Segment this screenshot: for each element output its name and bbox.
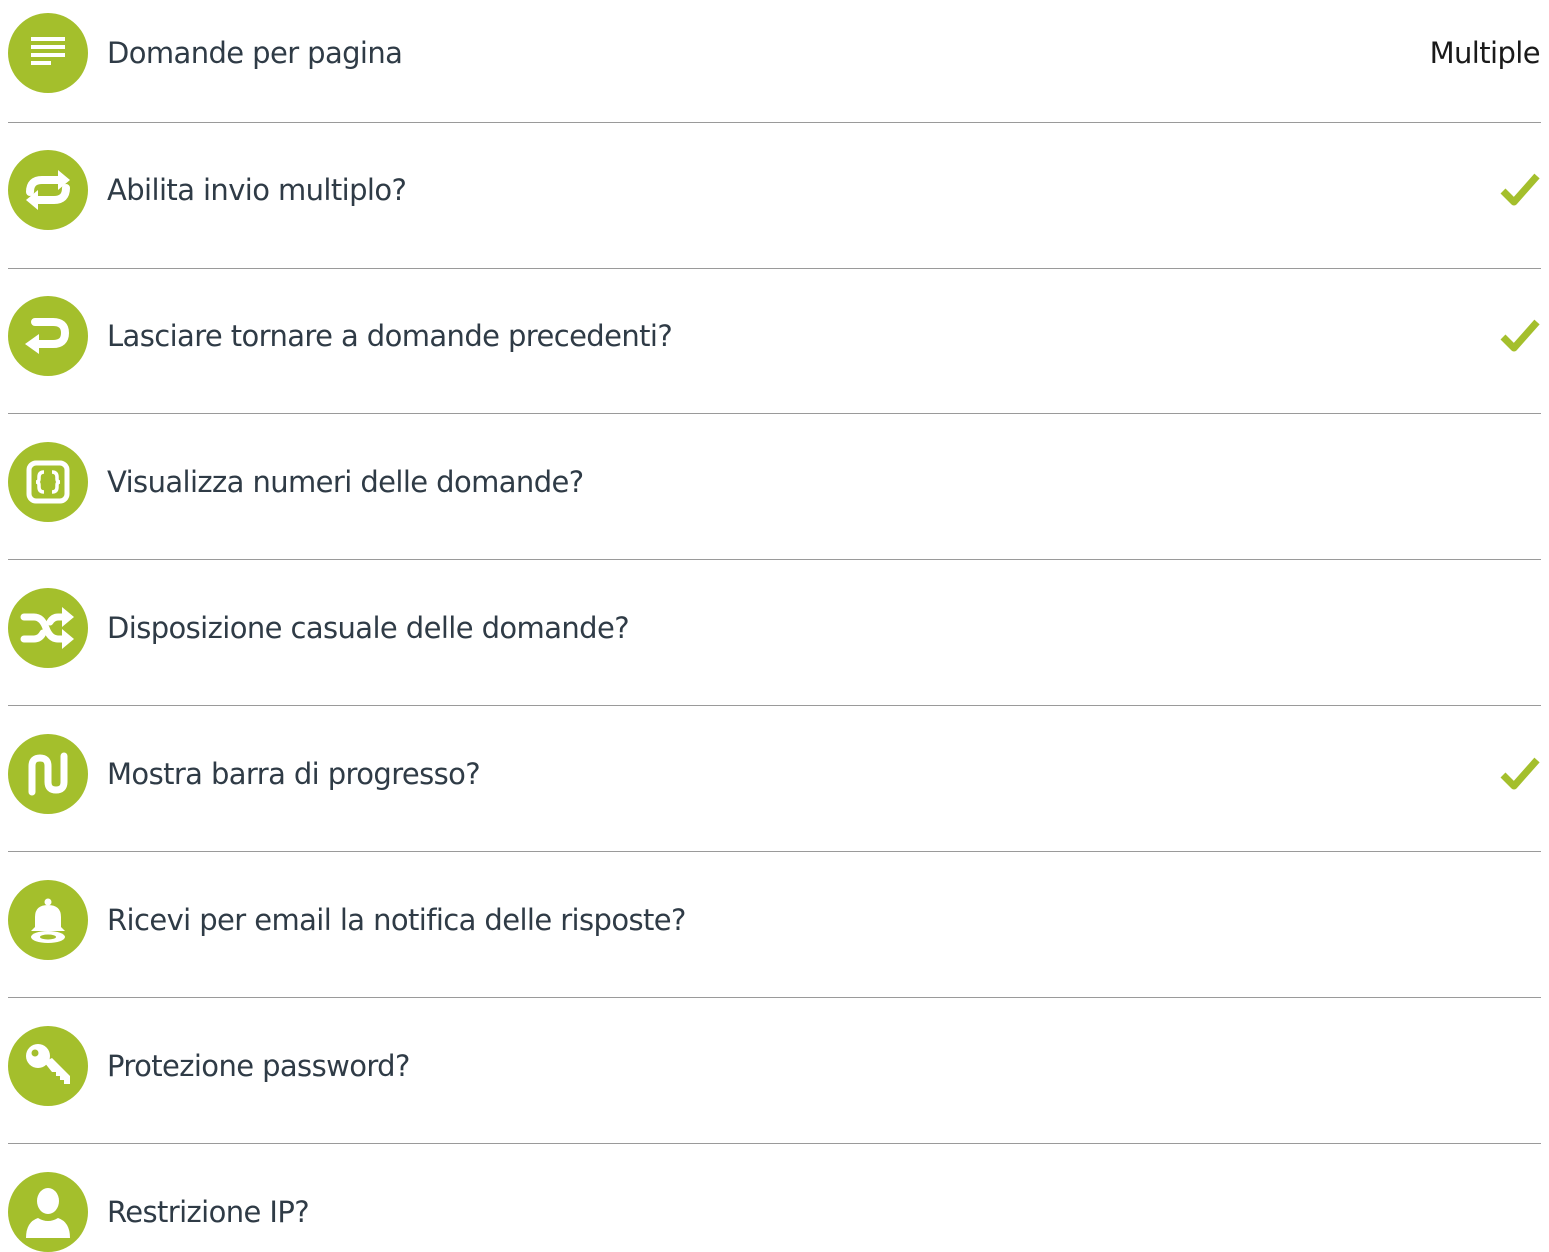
setting-label: Lasciare tornare a domande precedenti? [107,319,673,353]
setting-row-ip-restriction[interactable]: Restrizione IP? [0,1172,1549,1252]
divider [8,997,1541,998]
divider [8,268,1541,269]
setting-row-question-numbers[interactable]: Visualizza numeri delle domande? [0,442,1549,522]
setting-label: Restrizione IP? [107,1195,310,1229]
bell-icon [8,880,88,960]
setting-label: Ricevi per email la notifica delle rispo… [107,903,686,937]
setting-row-questions-per-page[interactable]: Domande per pagina Multiple [0,13,1549,93]
setting-label: Abilita invio multiplo? [107,173,407,207]
repeat-icon [8,150,88,230]
setting-label: Disposizione casuale delle domande? [107,611,630,645]
setting-row-password[interactable]: Protezione password? [0,1026,1549,1106]
checkmark-icon[interactable] [1500,316,1540,356]
divider [8,559,1541,560]
path-icon [8,734,88,814]
setting-row-email-notification[interactable]: Ricevi per email la notifica delle rispo… [0,880,1549,960]
return-arrow-icon [8,296,88,376]
setting-label: Protezione password? [107,1049,410,1083]
divider [8,122,1541,123]
divider [8,413,1541,414]
divider [8,1143,1541,1144]
code-braces-icon [8,442,88,522]
key-icon [8,1026,88,1106]
divider [8,851,1541,852]
setting-label: Visualizza numeri delle domande? [107,465,584,499]
checkmark-icon[interactable] [1500,170,1540,210]
setting-value[interactable]: Multiple [1430,13,1541,93]
setting-label: Mostra barra di progresso? [107,757,481,791]
shuffle-icon [8,588,88,668]
setting-row-multiple-submissions[interactable]: Abilita invio multiplo? [0,150,1549,230]
setting-label: Domande per pagina [107,36,403,70]
checkmark-icon[interactable] [1500,754,1540,794]
setting-row-progress-bar[interactable]: Mostra barra di progresso? [0,734,1549,814]
setting-row-allow-back[interactable]: Lasciare tornare a domande precedenti? [0,296,1549,376]
align-left-icon [8,13,88,93]
setting-row-shuffle[interactable]: Disposizione casuale delle domande? [0,588,1549,668]
divider [8,705,1541,706]
user-icon [8,1172,88,1252]
